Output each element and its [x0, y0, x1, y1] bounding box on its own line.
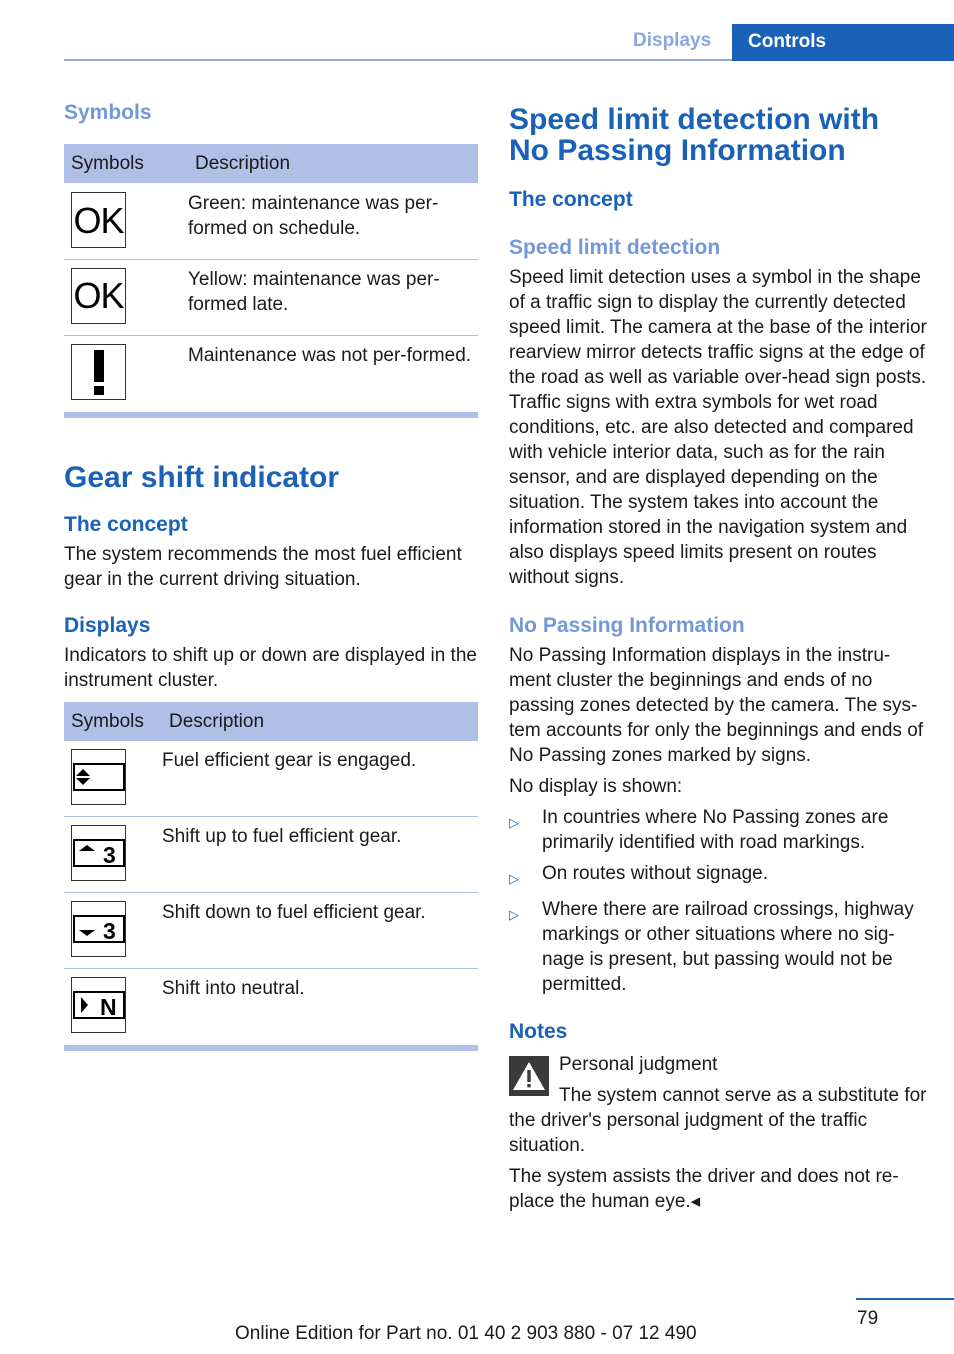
description-cell: Shift into neutral. [162, 968, 478, 1051]
bullet-triangle-icon: ▷ [509, 815, 519, 830]
table-row: 3 Shift up to fuel efficient gear. [64, 816, 478, 893]
right-column: Speed limit detection with No Passing In… [509, 100, 927, 1214]
no-display-intro: No display is shown: [509, 776, 683, 797]
final-text: The system assists the driver and does n… [509, 1166, 899, 1212]
ok-green-icon: OK [71, 192, 126, 248]
bullet-triangle-icon: ▷ [509, 871, 519, 886]
list-item: ▷ On routes without signage. [509, 861, 927, 891]
gear-displays-text: Indicators to shift up or down are displ… [64, 645, 477, 691]
description-cell: Yellow: maintenance was per-formed late. [188, 259, 478, 336]
svg-text:N: N [100, 994, 117, 1019]
description-cell: Fuel efficient gear is engaged. [162, 741, 478, 817]
shift-down-icon: 3 [71, 900, 126, 957]
description-cell: Green: maintenance was per-formed on sch… [188, 183, 478, 260]
no-passing-text: No Passing Information displays in the i… [509, 645, 924, 766]
description-cell: Maintenance was not per-formed. [188, 335, 478, 418]
concept-heading: The concept [509, 188, 633, 211]
maintenance-symbols-table: Symbols Description OK Green: maintenanc… [64, 144, 478, 418]
bullet-triangle-icon: ▷ [509, 907, 519, 922]
speed-limit-title: Speed limit detection with No Passing In… [509, 103, 880, 167]
notes-heading: Notes [509, 1020, 568, 1043]
warning-note: Personal judgment The system cannot serv… [509, 1052, 927, 1158]
ok-yellow-icon: OK [71, 267, 126, 324]
speed-limit-heading: Speed limit detection [509, 236, 721, 259]
column-header-symbols: Symbols [64, 702, 162, 741]
svg-text:3: 3 [103, 842, 116, 867]
no-display-list: ▷ In countries where No Passing zones ar… [509, 805, 927, 997]
gear-symbols-table: Symbols Description Fuel efficient gear … [64, 702, 478, 1051]
column-header-description: Description [162, 702, 478, 741]
table-row: Fuel efficient gear is engaged. [64, 741, 478, 817]
symbols-heading: Symbols [64, 101, 152, 124]
list-item: ▷ In countries where No Passing zones ar… [509, 807, 889, 853]
warning-title: Personal judgment [559, 1054, 718, 1075]
table-row: N Shift into neutral. [64, 968, 478, 1051]
gear-concept-text: The system recommends the most fuel effi… [64, 544, 462, 590]
gear-displays-heading: Displays [64, 614, 151, 637]
shift-up-icon: 3 [71, 824, 126, 881]
table-row: OK Green: maintenance was per-formed on … [64, 183, 478, 260]
description-cell: Shift down to fuel efficient gear. [162, 892, 478, 969]
edition-text: Online Edition for Part no. 01 40 2 903 … [235, 1323, 697, 1344]
warning-triangle-icon [509, 1056, 549, 1096]
left-column: Symbols Symbols Description OK Green: ma… [64, 100, 478, 1051]
tab-controls[interactable]: Controls [732, 24, 954, 61]
list-item: ▷ Where there are railroad crossings, hi… [509, 899, 914, 995]
warning-text: The system cannot serve as a substitute … [509, 1085, 927, 1156]
table-row: Maintenance was not per-formed. [64, 335, 478, 418]
exclamation-icon [71, 343, 126, 400]
svg-text:3: 3 [103, 918, 116, 943]
column-header-symbols: Symbols [64, 144, 188, 183]
column-header-description: Description [188, 144, 478, 183]
footer-rule [856, 1298, 954, 1300]
gear-engaged-icon [71, 749, 126, 805]
shift-neutral-icon: N [71, 976, 126, 1033]
speed-limit-text: Speed limit detection uses a symbol in t… [509, 267, 927, 588]
gear-concept-heading: The concept [64, 513, 188, 536]
gear-shift-title: Gear shift indicator [64, 461, 340, 494]
description-cell: Shift up to fuel efficient gear. [162, 816, 478, 893]
table-row: OK Yellow: maintenance was per-formed la… [64, 259, 478, 336]
tab-displays[interactable]: Displays [633, 30, 711, 52]
table-row: 3 Shift down to fuel efficient gear. [64, 892, 478, 969]
no-passing-heading: No Passing Information [509, 614, 745, 637]
page-number: 79 [857, 1308, 879, 1329]
